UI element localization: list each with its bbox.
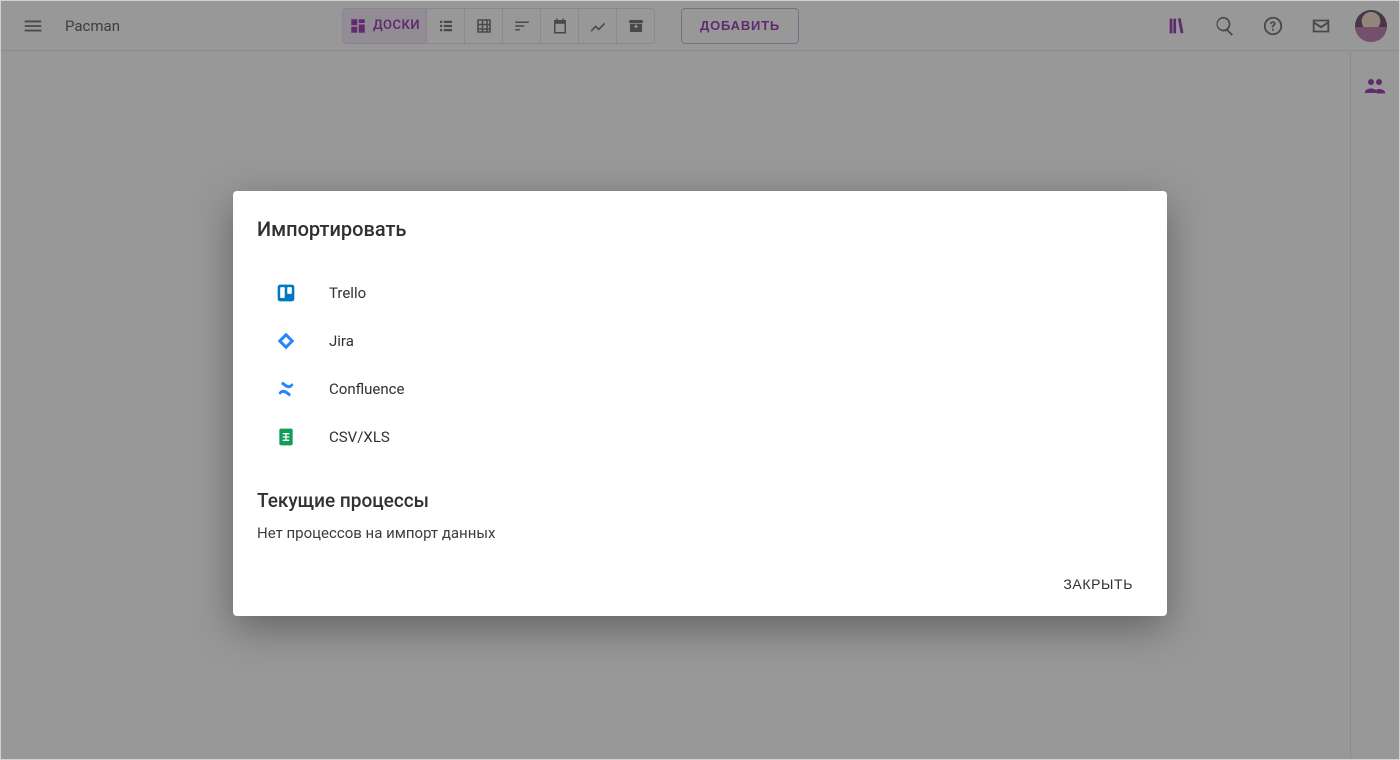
dialog-title: Импортировать [257, 217, 1143, 241]
import-option-label: Confluence [329, 380, 404, 398]
import-option-jira[interactable]: Jira [257, 317, 1143, 365]
import-dialog: Импортировать Trello Jira [233, 191, 1167, 616]
import-option-label: CSV/XLS [329, 428, 390, 446]
sheets-icon [275, 426, 297, 448]
modal-overlay[interactable]: Импортировать Trello Jira [1, 1, 1399, 759]
jira-icon [275, 330, 297, 352]
import-option-trello[interactable]: Trello [257, 269, 1143, 317]
processes-empty-text: Нет процессов на импорт данных [257, 524, 1143, 542]
import-option-confluence[interactable]: Confluence [257, 365, 1143, 413]
confluence-icon [275, 378, 297, 400]
trello-icon [275, 282, 297, 304]
dialog-actions: ЗАКРЫТЬ [257, 568, 1143, 600]
import-option-label: Jira [329, 332, 354, 350]
import-options-list: Trello Jira Confluence [257, 269, 1143, 461]
import-option-label: Trello [329, 284, 366, 302]
close-button[interactable]: ЗАКРЫТЬ [1053, 568, 1143, 600]
processes-heading: Текущие процессы [257, 489, 1143, 512]
import-option-csv[interactable]: CSV/XLS [257, 413, 1143, 461]
